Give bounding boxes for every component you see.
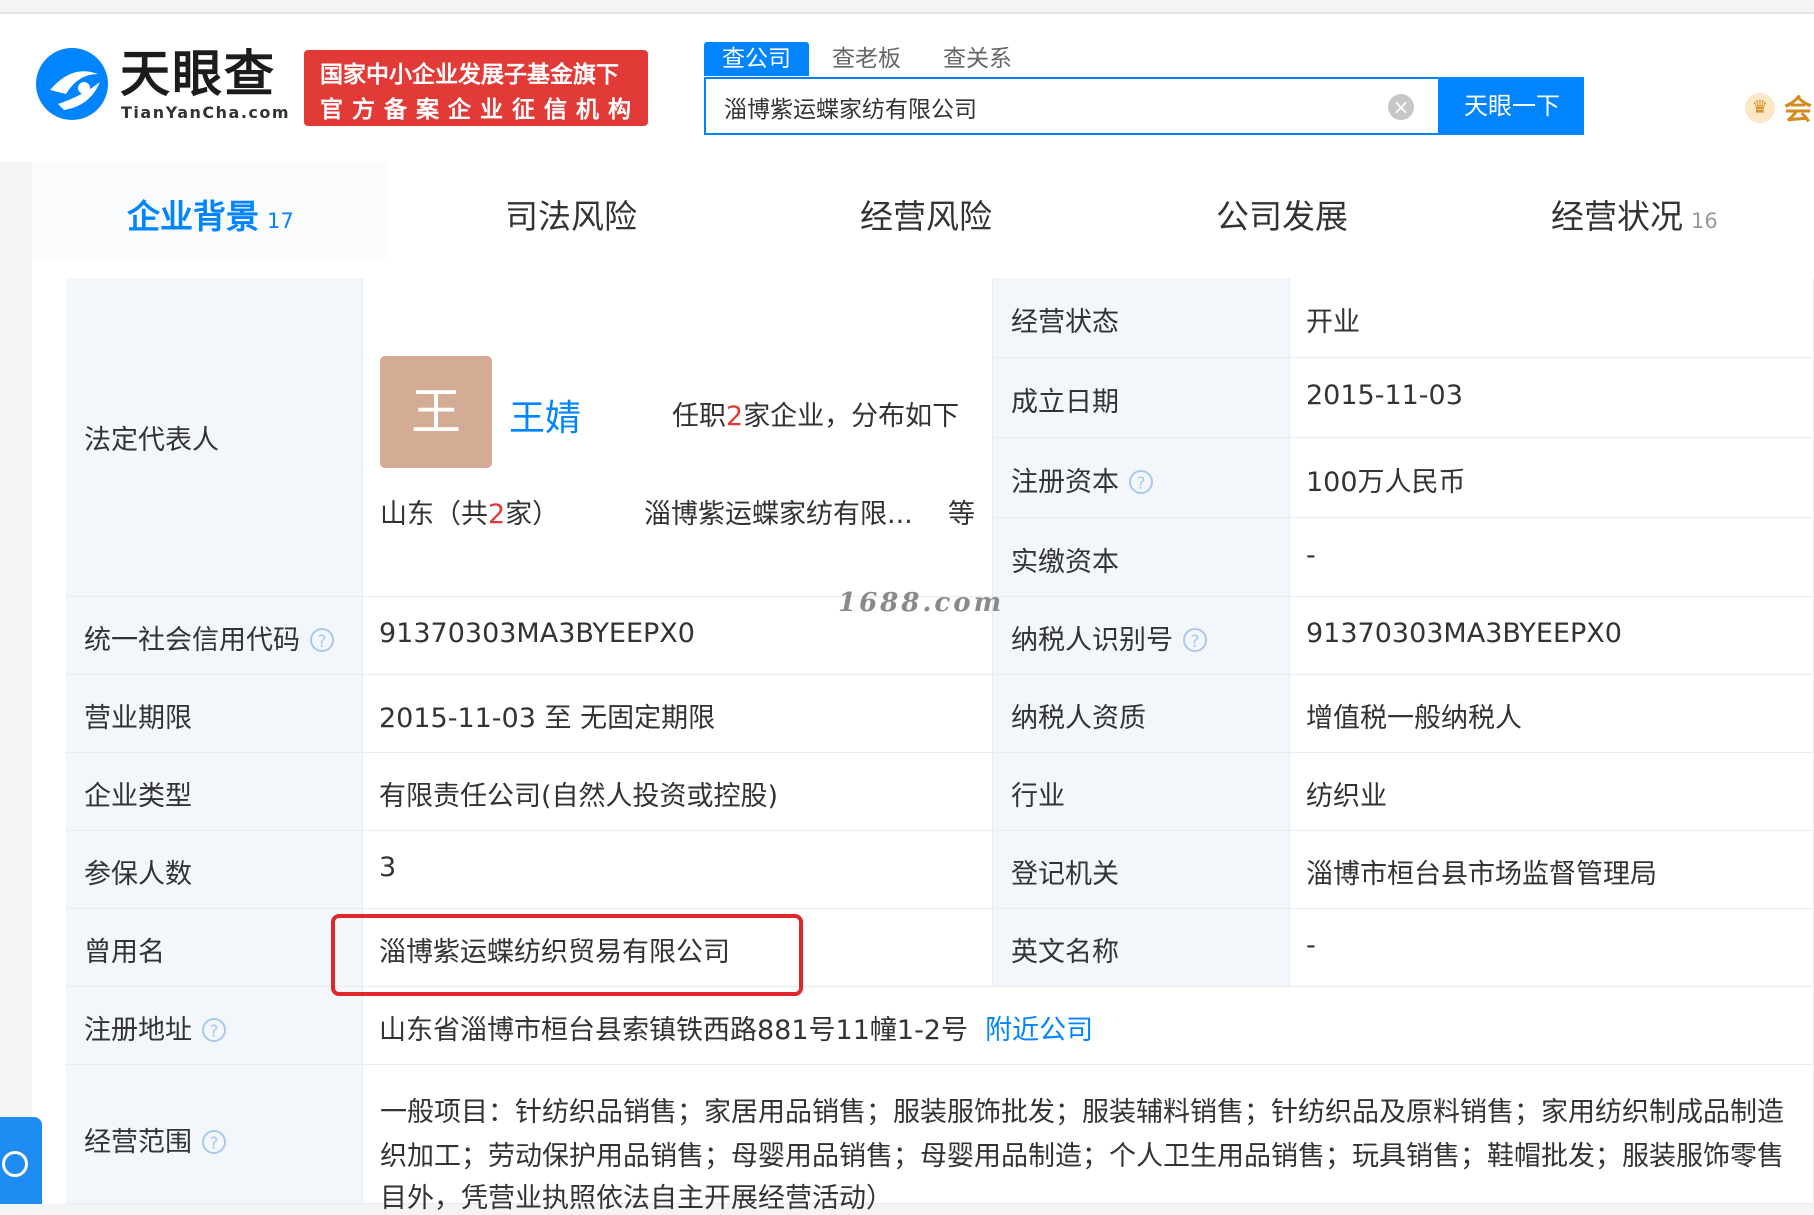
value-status: 开业 bbox=[1290, 278, 1814, 358]
tab-label: 经营状况 bbox=[1551, 197, 1683, 236]
value-insured: 3 bbox=[363, 831, 993, 909]
legal-rep-name-link[interactable]: 王婧 bbox=[509, 389, 581, 441]
scope-line: 织加工；劳动保护用品销售；母婴用品销售；母婴用品制造；个人卫生用品销售；玩具销售… bbox=[380, 1141, 1784, 1172]
label-status: 经营状态 bbox=[993, 278, 1290, 358]
value-registration-authority: 淄博市桓台县市场监督管理局 bbox=[1290, 831, 1814, 909]
help-icon[interactable]: ? bbox=[202, 1130, 226, 1154]
tab-judicial-risk[interactable]: 司法风险 bbox=[505, 190, 637, 238]
label-address: 注册地址? bbox=[66, 987, 363, 1065]
value-english-name: - bbox=[1290, 909, 1814, 987]
search-button[interactable]: 天眼一下 bbox=[1440, 77, 1584, 135]
label-taxpayer-id: 纳税人识别号? bbox=[993, 597, 1290, 675]
label-business-scope: 经营范围? bbox=[66, 1065, 363, 1204]
logo-text[interactable]: 天眼查 bbox=[120, 46, 276, 102]
value-company-type: 有限责任公司(自然人投资或控股) bbox=[363, 753, 993, 831]
label-founded: 成立日期 bbox=[993, 358, 1290, 438]
label-taxpayer-type: 纳税人资质 bbox=[993, 675, 1290, 753]
region-summary: 山东（共2家） bbox=[380, 499, 560, 530]
label-registered-capital: 注册资本? bbox=[993, 438, 1290, 518]
value-taxpayer-id: 91370303MA3BYEEPX0 bbox=[1290, 597, 1814, 675]
former-name-highlight bbox=[331, 914, 803, 996]
label-legal-rep: 法定代表人 bbox=[66, 278, 363, 597]
value-founded: 2015-11-03 bbox=[1290, 358, 1814, 438]
scope-line: 目外，凭营业执照依法自主开展经营活动） bbox=[380, 1183, 893, 1214]
help-icon[interactable]: ? bbox=[1129, 470, 1153, 494]
nearby-companies-link[interactable]: 附近公司 bbox=[985, 1015, 1093, 1046]
avatar[interactable]: 王 bbox=[380, 356, 492, 468]
help-icon[interactable]: ? bbox=[202, 1018, 226, 1042]
badge-line1: 国家中小企业发展子基金旗下 bbox=[320, 62, 619, 88]
tab-count: 16 bbox=[1691, 209, 1718, 233]
label-english-name: 英文名称 bbox=[993, 909, 1290, 987]
label-former-name: 曾用名 bbox=[66, 909, 363, 987]
label-registration-authority: 登记机关 bbox=[993, 831, 1290, 909]
label-insured: 参保人数 bbox=[66, 831, 363, 909]
label-credit-code: 统一社会信用代码? bbox=[66, 597, 363, 675]
label-term: 营业期限 bbox=[66, 675, 363, 753]
floating-service-icon[interactable] bbox=[0, 1117, 42, 1204]
value-paid-capital: - bbox=[1290, 518, 1814, 597]
tab-operating-risk[interactable]: 经营风险 bbox=[860, 190, 992, 238]
search-tab-company[interactable]: 查公司 bbox=[704, 42, 809, 76]
value-taxpayer-type: 增值税一般纳税人 bbox=[1290, 675, 1814, 753]
badge-line2: 官方备案企业征信机构 bbox=[320, 97, 640, 123]
tab-label: 经营风险 bbox=[860, 197, 992, 236]
watermark: 1688.com bbox=[838, 588, 1005, 618]
value-address: 山东省淄博市桓台县索镇铁西路881号11幢1-2号 附近公司 bbox=[363, 987, 1814, 1065]
crown-icon[interactable]: ♛ bbox=[1745, 93, 1775, 123]
help-icon[interactable]: ? bbox=[1183, 628, 1207, 652]
value-registered-capital: 100万人民币 bbox=[1290, 438, 1814, 518]
tab-count: 17 bbox=[267, 209, 294, 233]
vip-label[interactable]: 会 bbox=[1784, 88, 1812, 128]
tab-operating-status[interactable]: 经营状况 16 bbox=[1551, 190, 1718, 238]
help-icon[interactable]: ? bbox=[310, 628, 334, 652]
scope-line: 一般项目：针纺织品销售；家居用品销售；服装服饰批发；服装辅料销售；针纺织品及原料… bbox=[380, 1097, 1784, 1128]
logo-domain: TianYanCha.com bbox=[121, 103, 291, 122]
search-input[interactable] bbox=[722, 89, 1366, 125]
clear-icon[interactable]: × bbox=[1388, 94, 1414, 120]
positions-summary[interactable]: 任职2家企业，分布如下 bbox=[672, 394, 959, 433]
label-paid-capital: 实缴资本 bbox=[993, 518, 1290, 597]
search-tab-relation[interactable]: 查关系 bbox=[943, 42, 1012, 76]
tianyancha-logo-icon[interactable] bbox=[32, 44, 112, 124]
tab-company-background[interactable]: 企业背景 17 bbox=[127, 190, 294, 238]
company-list-link[interactable]: 淄博紫运蝶家纺有限... bbox=[644, 492, 913, 531]
label-industry: 行业 bbox=[993, 753, 1290, 831]
tab-label: 公司发展 bbox=[1216, 197, 1348, 236]
etc-label: 等 bbox=[948, 499, 975, 530]
search-box: × bbox=[704, 77, 1440, 135]
tab-label: 司法风险 bbox=[505, 197, 637, 236]
tab-company-development[interactable]: 公司发展 bbox=[1216, 190, 1348, 238]
tab-label: 企业背景 bbox=[127, 197, 259, 236]
search-tab-boss[interactable]: 查老板 bbox=[832, 42, 901, 76]
certification-badge: 国家中小企业发展子基金旗下 官方备案企业征信机构 bbox=[304, 50, 648, 126]
label-company-type: 企业类型 bbox=[66, 753, 363, 831]
value-term: 2015-11-03 至 无固定期限 bbox=[363, 675, 993, 753]
value-industry: 纺织业 bbox=[1290, 753, 1814, 831]
